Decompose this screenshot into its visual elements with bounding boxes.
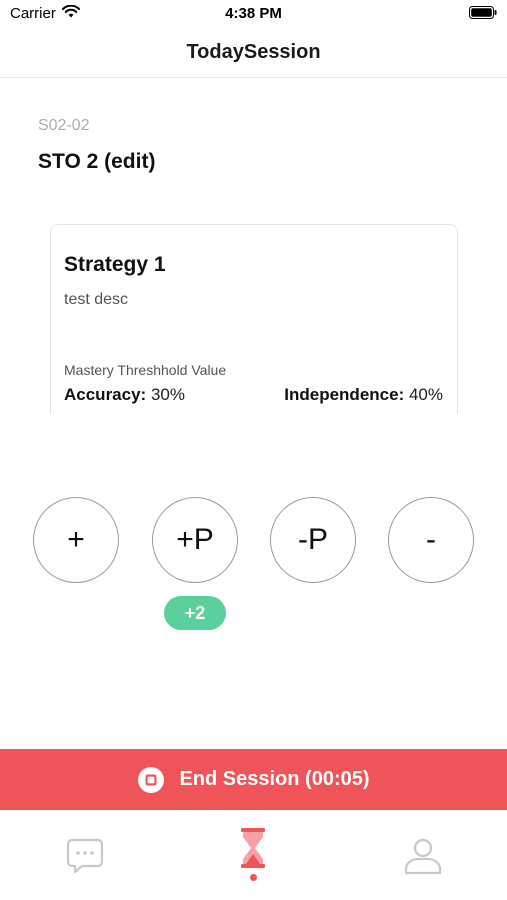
profile-icon (404, 838, 442, 875)
stop-icon (138, 766, 165, 793)
accuracy-percent: 30% (150, 385, 185, 404)
minus-button[interactable]: - (388, 497, 474, 583)
accuracy-value: Accuracy: 30% (64, 385, 185, 405)
mastery-threshold-label: Mastery Threshhold Value (64, 362, 227, 378)
accuracy-key: Accuracy: (64, 385, 147, 404)
navigation-bar: TodaySession (0, 28, 507, 78)
independence-value: Independence: 40% (284, 385, 443, 405)
session-code: S02-02 (38, 117, 90, 134)
minus-prompt-button[interactable]: -P (270, 497, 356, 583)
independence-key: Independence: (284, 385, 405, 404)
sto-title[interactable]: STO 2 (edit) (38, 150, 155, 174)
hourglass-icon (241, 828, 265, 868)
page-title: TodaySession (186, 41, 321, 63)
plus-prompt-button[interactable]: +P (152, 497, 238, 583)
status-time: 4:38 PM (225, 5, 282, 22)
status-bar: Carrier 4:38 PM (0, 0, 507, 28)
independence-percent: 40% (408, 385, 443, 404)
battery-icon (469, 6, 497, 19)
end-session-label: End Session (00:05) (179, 768, 370, 790)
strategy-title: Strategy 1 (64, 253, 166, 276)
tab-chat[interactable] (0, 810, 169, 900)
tab-session[interactable] (169, 810, 338, 900)
strategy-card[interactable]: Strategy 1 test desc Mastery Threshhold … (50, 224, 458, 414)
active-tab-indicator (250, 874, 257, 881)
tab-profile[interactable] (338, 810, 507, 900)
tab-bar (0, 810, 507, 900)
end-session-button[interactable]: End Session (00:05) (0, 749, 507, 810)
count-badge: +2 (164, 596, 226, 630)
strategy-description: test desc (64, 291, 129, 308)
chat-icon (66, 838, 104, 874)
plus-button[interactable]: + (33, 497, 119, 583)
